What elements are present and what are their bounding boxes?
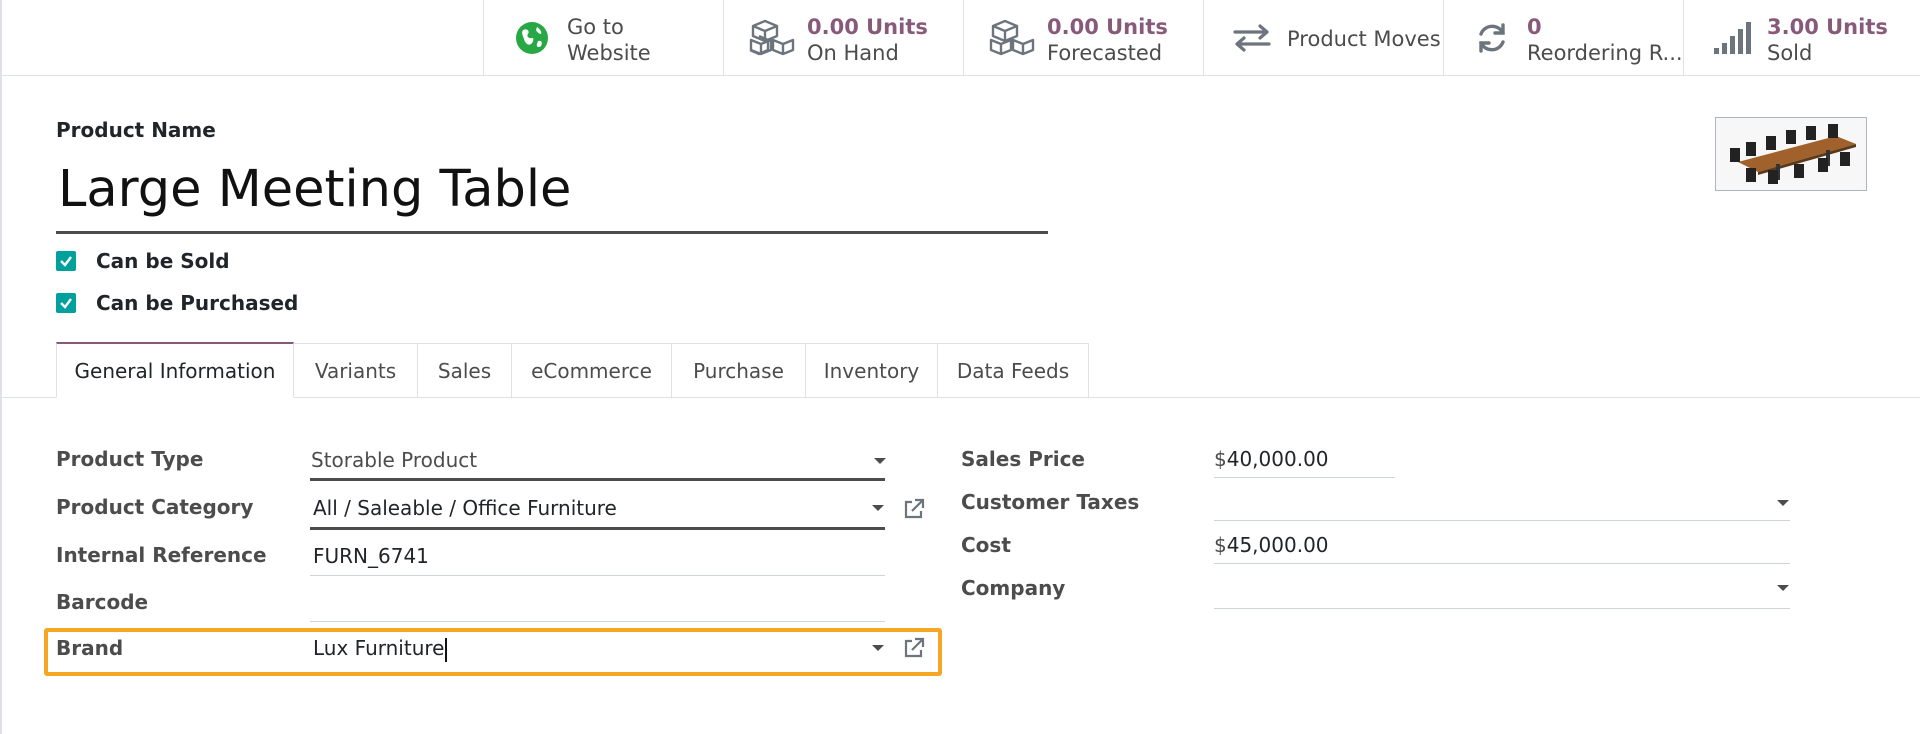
product-category-underline	[310, 527, 885, 530]
product-name-input[interactable]: Large Meeting Table	[58, 158, 571, 222]
company-underline	[1214, 608, 1790, 609]
internal-reference-label: Internal Reference	[56, 543, 267, 567]
product-type-label: Product Type	[56, 447, 204, 471]
website-label-2: Website	[567, 41, 651, 65]
product-moves-label: Product Moves	[1287, 27, 1441, 51]
cubes-icon	[748, 19, 796, 56]
website-button[interactable]: Go to Website	[483, 0, 723, 75]
forecasted-value: 0.00 Units	[1047, 15, 1168, 39]
internal-reference-underline	[310, 575, 885, 576]
reordering-label: Reordering R...	[1527, 41, 1683, 65]
on-hand-button[interactable]: 0.00 Units On Hand	[723, 0, 963, 75]
external-link-icon[interactable]	[902, 497, 926, 521]
product-moves-button[interactable]: Product Moves	[1203, 0, 1443, 75]
sold-value: 3.00 Units	[1767, 15, 1888, 39]
product-category-select[interactable]: All / Saleable / Office Furniture	[313, 496, 617, 520]
check-icon	[60, 298, 72, 309]
sales-price-label: Sales Price	[961, 447, 1085, 471]
cost-input[interactable]: $45,000.00	[1214, 533, 1329, 557]
product-name-label: Product Name	[56, 118, 216, 142]
internal-reference-input[interactable]: FURN_6741	[313, 544, 429, 568]
signal-bars-icon	[1708, 20, 1756, 56]
cost-label: Cost	[961, 533, 1011, 557]
on-hand-label: On Hand	[807, 41, 899, 65]
chevron-down-icon[interactable]	[1777, 585, 1789, 591]
sales-price-input[interactable]: $40,000.00	[1214, 447, 1329, 471]
can-be-sold-checkbox[interactable]	[56, 251, 76, 271]
can-be-sold-row: Can be Sold	[56, 249, 230, 273]
barcode-underline	[310, 621, 885, 622]
customer-taxes-underline	[1214, 520, 1790, 521]
chevron-down-icon[interactable]	[874, 458, 886, 464]
globe-icon	[508, 20, 556, 56]
product-type-select[interactable]: Storable Product	[311, 448, 477, 472]
brand-highlight	[44, 628, 942, 676]
can-be-purchased-row: Can be Purchased	[56, 291, 298, 315]
smart-button-bar: Go to Website 0.00 Units On Hand 0.00 Un…	[0, 0, 1920, 76]
refresh-icon	[1468, 20, 1516, 56]
can-be-purchased-checkbox[interactable]	[56, 293, 76, 313]
external-link-icon[interactable]	[902, 636, 926, 660]
forecasted-button[interactable]: 0.00 Units Forecasted	[963, 0, 1203, 75]
barcode-label: Barcode	[56, 590, 149, 614]
tab-general-information[interactable]: General Information	[56, 342, 294, 398]
sold-label: Sold	[1767, 41, 1813, 65]
tab-inventory[interactable]: Inventory	[805, 343, 938, 397]
tab-data-feeds[interactable]: Data Feeds	[937, 343, 1089, 397]
brand-input-wrap[interactable]: Lux Furniture	[313, 636, 448, 662]
customer-taxes-label: Customer Taxes	[961, 490, 1140, 514]
can-be-purchased-label: Can be Purchased	[96, 291, 299, 315]
brand-label: Brand	[56, 636, 124, 660]
tab-variants[interactable]: Variants	[293, 343, 418, 397]
chevron-down-icon[interactable]	[872, 505, 884, 511]
product-name-underline	[56, 231, 1048, 234]
window-border	[0, 0, 2, 734]
sales-price-value: 40,000.00	[1226, 447, 1329, 471]
chevron-down-icon[interactable]	[1777, 500, 1789, 506]
product-category-label: Product Category	[56, 495, 254, 519]
cubes-icon	[988, 19, 1036, 56]
reordering-button[interactable]: 0 Reordering R...	[1443, 0, 1683, 75]
cost-underline	[1214, 563, 1790, 564]
text-cursor	[445, 637, 448, 662]
chevron-down-icon[interactable]	[872, 645, 884, 651]
currency-symbol: $	[1214, 447, 1227, 471]
sales-price-underline	[1214, 477, 1395, 478]
tab-ecommerce[interactable]: eCommerce	[511, 343, 672, 397]
product-image[interactable]	[1715, 117, 1867, 191]
forecasted-label: Forecasted	[1047, 41, 1163, 65]
exchange-arrows-icon	[1228, 20, 1276, 56]
tab-sales[interactable]: Sales	[417, 343, 512, 397]
product-type-underline	[310, 478, 885, 481]
sold-button[interactable]: 3.00 Units Sold	[1683, 0, 1920, 75]
on-hand-value: 0.00 Units	[807, 15, 928, 39]
currency-symbol: $	[1214, 533, 1227, 557]
brand-input[interactable]: Lux Furniture	[313, 636, 444, 660]
company-label: Company	[961, 576, 1066, 600]
cost-value: 45,000.00	[1226, 533, 1329, 557]
website-label: Go to	[567, 15, 624, 39]
tab-purchase[interactable]: Purchase	[671, 343, 806, 397]
can-be-sold-label: Can be Sold	[96, 249, 230, 273]
check-icon	[60, 256, 72, 267]
reordering-value: 0	[1527, 15, 1542, 39]
